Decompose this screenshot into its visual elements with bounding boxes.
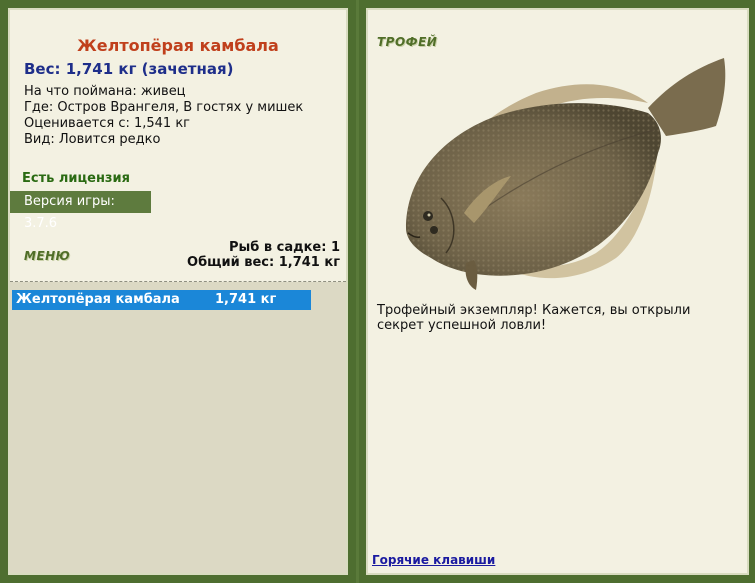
fish-info-panel: Желтопёрая камбала Вес: 1,741 кг (зачетн… <box>8 8 348 575</box>
list-item[interactable]: Желтопёрая камбала 1,741 кг <box>12 290 311 310</box>
fish-weight: Вес: 1,741 кг (зачетная) <box>24 60 234 78</box>
license-status: Есть лицензия <box>22 171 130 186</box>
keepnet-list <box>10 282 346 573</box>
version-value: 3.7.6 <box>24 216 58 231</box>
flounder-fish-illustration <box>406 58 726 290</box>
fish-bait: На что поймана: живец <box>24 84 186 99</box>
catch-weight: 1,741 кг <box>215 292 277 307</box>
version-label: Версия игры: <box>24 194 115 209</box>
fish-rarity: Вид: Ловится редко <box>24 132 161 147</box>
fish-location: Где: Остров Врангеля, В гостях у мишек <box>24 100 304 115</box>
keepnet-stats: Рыб в садке: 1 Общий вес: 1,741 кг <box>187 240 340 270</box>
trophy-description: Трофейный экземпляр! Кажется, вы открыли… <box>377 303 691 333</box>
keepnet-total-weight: Общий вес: 1,741 кг <box>187 255 340 270</box>
menu-button[interactable]: МЕНЮ <box>24 249 70 263</box>
trophy-panel: ТРОФЕЙ Трофейный экземпляр! Кажется, вы … <box>366 8 749 575</box>
game-version-badge: Версия игры: 3.7.6 <box>10 191 151 231</box>
fish-scored-from: Оценивается с: 1,541 кг <box>24 116 191 131</box>
keepnet-count: Рыб в садке: 1 <box>228 240 340 255</box>
hotkeys-link[interactable]: Горячие клавиши <box>372 553 495 567</box>
catch-name: Желтопёрая камбала <box>16 292 180 307</box>
fish-title: Желтопёрая камбала <box>77 36 279 55</box>
